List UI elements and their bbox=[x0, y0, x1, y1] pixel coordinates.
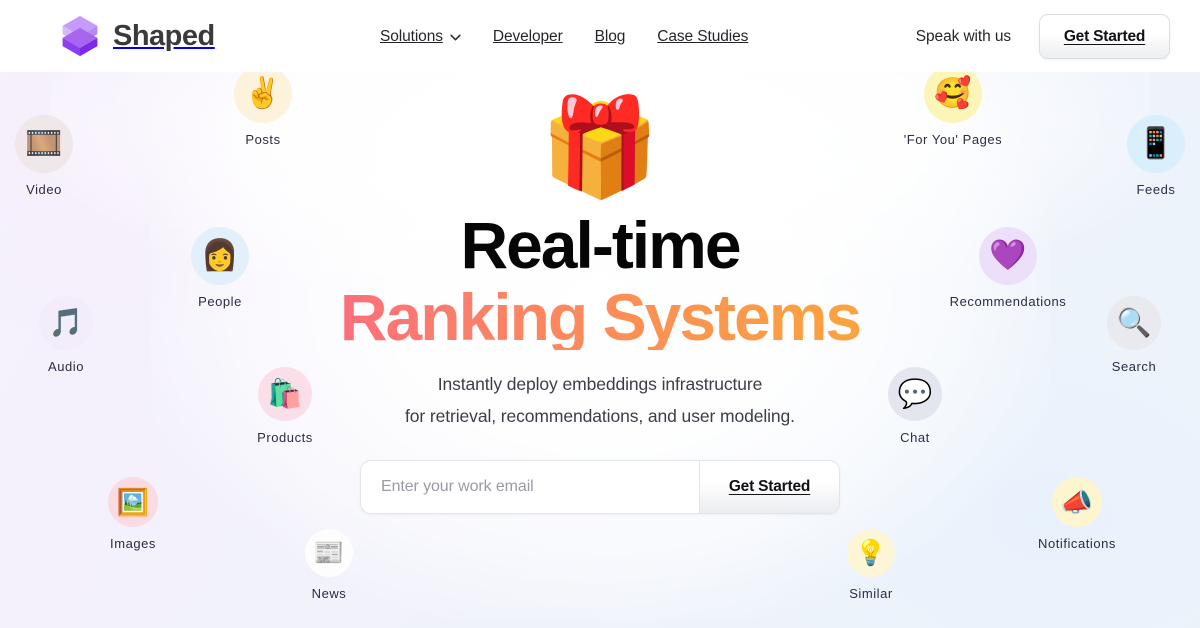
film-frames-icon: 🎞️ bbox=[15, 115, 73, 173]
megaphone-icon: 📣 bbox=[1052, 477, 1102, 527]
nav-item-label: Developer bbox=[492, 28, 563, 45]
category-bubble-posts[interactable]: ✌️ Posts bbox=[193, 65, 333, 147]
category-bubble-label: Products bbox=[257, 430, 313, 445]
category-bubble-similar[interactable]: 💡 Similar bbox=[801, 529, 941, 601]
headline-line-2: Ranking Systems bbox=[0, 284, 1200, 350]
email-signup-form: Get Started bbox=[360, 460, 840, 514]
category-bubble-label: Video bbox=[26, 182, 62, 197]
gift-box-icon: 🎁 bbox=[540, 94, 660, 201]
category-bubble-video[interactable]: 🎞️ Video bbox=[0, 115, 114, 197]
category-bubble-feeds[interactable]: 📱 Feeds bbox=[1086, 115, 1200, 197]
page-title: Real-time Ranking Systems bbox=[0, 212, 1200, 350]
category-bubble-label: Similar bbox=[849, 586, 893, 601]
brand-name: Shaped bbox=[113, 19, 215, 52]
nav-item-solutions[interactable]: Solutions bbox=[380, 28, 461, 46]
nav-item-label: Case Studies bbox=[657, 28, 749, 45]
email-input[interactable] bbox=[361, 461, 699, 513]
shaped-cube-logo-icon bbox=[62, 15, 98, 57]
category-bubble-notifications[interactable]: 📣 Notifications bbox=[1007, 477, 1147, 551]
main-navigation: Solutions Developer Blog Case Studies bbox=[380, 24, 748, 50]
subtitle-line-2: for retrieval, recommendations, and user… bbox=[405, 406, 795, 426]
nav-item-label: Blog bbox=[594, 28, 626, 45]
landing-page: 🎞️Video✌️Posts🥰'For You' Pages📱Feeds👩Peo… bbox=[0, 0, 1200, 628]
header-get-started-button[interactable]: Get Started bbox=[1039, 14, 1170, 59]
site-header: Shaped Solutions Developer Blog Case Studie… bbox=[0, 0, 1200, 72]
nav-item-case-studies[interactable]: Case Studies bbox=[657, 28, 748, 46]
nav-item-label: Solutions bbox=[380, 28, 443, 45]
nav-item-developer[interactable]: Developer bbox=[493, 28, 563, 46]
brand-logo-link[interactable]: Shaped bbox=[58, 13, 215, 59]
category-bubble-label: Images bbox=[110, 536, 156, 551]
header-get-started-label: Get Started bbox=[1063, 27, 1146, 45]
category-bubble-label: News bbox=[311, 586, 347, 601]
mobile-phone-icon: 📱 bbox=[1127, 115, 1185, 173]
speak-with-us-link[interactable]: Speak with us bbox=[916, 28, 1011, 46]
category-bubble-label: Chat bbox=[900, 430, 930, 445]
header-actions: Speak with us Get Started bbox=[916, 14, 1170, 59]
smiling-hearts-icon: 🥰 bbox=[924, 65, 982, 123]
category-bubble-news[interactable]: 📰 News bbox=[259, 529, 399, 601]
chevron-down-icon bbox=[450, 34, 461, 40]
newspaper-icon: 📰 bbox=[305, 529, 353, 577]
headline-line-1: Real-time bbox=[460, 208, 741, 282]
category-bubble-label: Posts bbox=[245, 132, 281, 147]
category-bubble-images[interactable]: 🖼️ Images bbox=[63, 477, 203, 551]
framed-picture-icon: 🖼️ bbox=[108, 477, 158, 527]
light-bulb-icon: 💡 bbox=[847, 529, 895, 577]
nav-item-blog[interactable]: Blog bbox=[595, 28, 626, 46]
hero-get-started-button[interactable]: Get Started bbox=[699, 461, 839, 513]
victory-hand-icon: ✌️ bbox=[234, 65, 292, 123]
hero-get-started-label: Get Started bbox=[728, 478, 811, 495]
category-bubble-label: Feeds bbox=[1136, 182, 1176, 197]
subtitle-line-1: Instantly deploy embeddings infrastructu… bbox=[437, 374, 763, 394]
category-bubble-label: Notifications bbox=[1038, 536, 1116, 551]
category-bubble-label: 'For You' Pages bbox=[903, 132, 1003, 147]
category-bubble--for-you-pages[interactable]: 🥰 'For You' Pages bbox=[883, 65, 1023, 147]
hero-subtitle: Instantly deploy embeddings infrastructu… bbox=[0, 368, 1200, 432]
